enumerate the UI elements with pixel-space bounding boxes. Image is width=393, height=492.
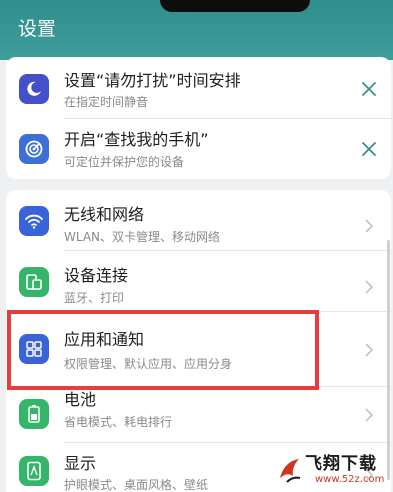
watermark-logo: 飞翔下载 www.52z.com	[277, 454, 387, 488]
chevron-right-icon	[359, 216, 379, 236]
page-title: 设置	[18, 18, 57, 40]
suggestion-do-not-disturb[interactable]: 设置“请勿打扰”时间安排 在指定时间静音	[6, 57, 391, 118]
moon-icon	[19, 74, 49, 104]
watermark-text: 飞翔下载	[305, 454, 377, 474]
dismiss-icon[interactable]	[359, 139, 379, 159]
suggestion-subtitle: 可定位并保护您的设备	[64, 155, 185, 169]
chevron-right-icon	[359, 340, 379, 360]
dismiss-icon[interactable]	[359, 79, 379, 99]
chevron-right-icon	[359, 277, 379, 297]
settings-item-label: 显示	[64, 454, 97, 473]
camera-notch	[160, 0, 310, 12]
settings-item-label: 无线和网络	[64, 205, 145, 224]
settings-item-wireless-network[interactable]: 无线和网络 WLAN、双卡管理、移动网络	[6, 190, 391, 250]
chevron-right-icon	[359, 405, 379, 425]
settings-item-battery[interactable]: 电池 省电模式、耗电排行	[6, 387, 391, 442]
settings-item-subtitle: 护眼模式、桌面风格、壁纸	[64, 478, 209, 492]
suggestion-subtitle: 在指定时间静音	[64, 95, 149, 109]
app-header: 设置	[0, 0, 393, 60]
suggestion-label: 开启“查找我的手机”	[64, 130, 209, 149]
display-icon	[19, 456, 49, 486]
scrollbar[interactable]	[387, 240, 390, 480]
settings-item-subtitle: WLAN、双卡管理、移动网络	[64, 230, 221, 244]
watermark-url: www.52z.com	[315, 474, 385, 485]
device-connect-icon	[19, 267, 49, 297]
suggestions-card: 设置“请勿打扰”时间安排 在指定时间静音 开启“查找我的手机” 可定位并保护您的…	[6, 57, 391, 179]
settings-item-subtitle: 省电模式、耗电排行	[64, 415, 173, 429]
settings-screen: 设置 设置“请勿打扰”时间安排 在指定时间静音 开启“查找我的手机” 可定位并保…	[0, 0, 393, 492]
suggestion-label: 设置“请勿打扰”时间安排	[64, 71, 241, 90]
settings-item-label: 电池	[64, 390, 97, 409]
battery-icon	[19, 399, 49, 429]
locate-icon	[19, 134, 49, 164]
wifi-icon	[19, 206, 49, 236]
watermark-bird-icon	[280, 459, 301, 483]
highlight-box	[7, 310, 319, 390]
suggestion-find-my-phone[interactable]: 开启“查找我的手机” 可定位并保护您的设备	[6, 119, 391, 179]
settings-item-device-connection[interactable]: 设备连接 蓝牙、打印	[6, 251, 391, 311]
settings-item-subtitle: 蓝牙、打印	[64, 291, 125, 305]
settings-item-label: 设备连接	[64, 266, 129, 285]
